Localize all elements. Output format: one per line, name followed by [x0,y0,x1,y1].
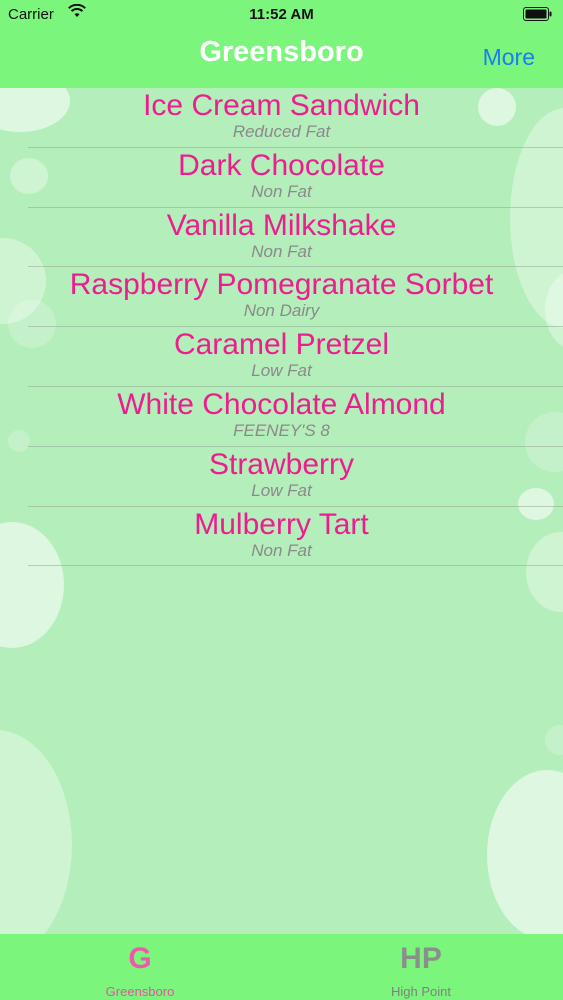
bubble-decoration [487,770,563,940]
list-item[interactable]: Raspberry Pomegranate Sorbet Non Dairy [0,267,563,328]
more-button[interactable]: More [483,44,535,71]
battery-icon [523,7,552,21]
flavor-name: Dark Chocolate [178,148,385,182]
flavor-note: Low Fat [251,361,312,381]
flavor-note: Non Dairy [243,301,320,321]
flavor-note: Non Fat [251,181,312,201]
row-separator [28,565,563,567]
flavor-note: Non Fat [251,540,312,560]
flavor-name: Ice Cream Sandwich [143,89,420,122]
flavor-note: Low Fat [251,480,312,500]
flavor-note: Non Fat [251,241,312,261]
list-item[interactable]: Caramel Pretzel Low Fat [0,327,563,387]
flavor-name: Raspberry Pomegranate Sorbet [69,268,494,302]
flavor-name: White Chocolate Almond [117,387,446,421]
bubble-decoration [545,725,563,755]
status-bar: Carrier 11:52 AM [0,0,563,30]
tab-high-point[interactable]: HP High Point [321,934,521,1000]
page-title: Greensboro [199,36,364,68]
greensboro-tab-icon: G [128,942,152,975]
high-point-tab-icon: HP [400,942,442,975]
navigation-bar: Carrier 11:52 AM Greensboro More [0,0,563,88]
app-screen: Carrier 11:52 AM Greensboro More Ice Cre… [0,0,563,1000]
tab-label: Greensboro [105,984,175,999]
flavor-name: Caramel Pretzel [173,328,390,362]
flavor-name: Mulberry Tart [194,507,369,541]
list-item[interactable]: Strawberry Low Fat [0,447,563,507]
bubble-decoration [0,730,72,960]
clock-time: 11:52 AM [249,6,314,23]
flavor-name: Vanilla Milkshake [166,208,397,242]
flavor-note: FEENEY'S 8 [233,420,330,440]
list-item[interactable]: Mulberry Tart Non Fat [0,507,563,567]
list-item[interactable]: Vanilla Milkshake Non Fat [0,208,563,268]
list-item[interactable]: Ice Cream Sandwich Reduced Fat [0,88,563,148]
flavor-name: Strawberry [208,447,355,481]
tab-label: High Point [391,984,451,999]
tab-greensboro[interactable]: G Greensboro [40,934,240,1000]
flavor-list: Ice Cream Sandwich Reduced Fat Dark Choc… [0,88,563,567]
list-item[interactable]: Dark Chocolate Non Fat [0,148,563,208]
list-item[interactable]: White Chocolate Almond FEENEY'S 8 [0,387,563,447]
flavor-note: Reduced Fat [232,122,331,141]
tab-bar: G Greensboro HP High Point [0,934,563,1000]
